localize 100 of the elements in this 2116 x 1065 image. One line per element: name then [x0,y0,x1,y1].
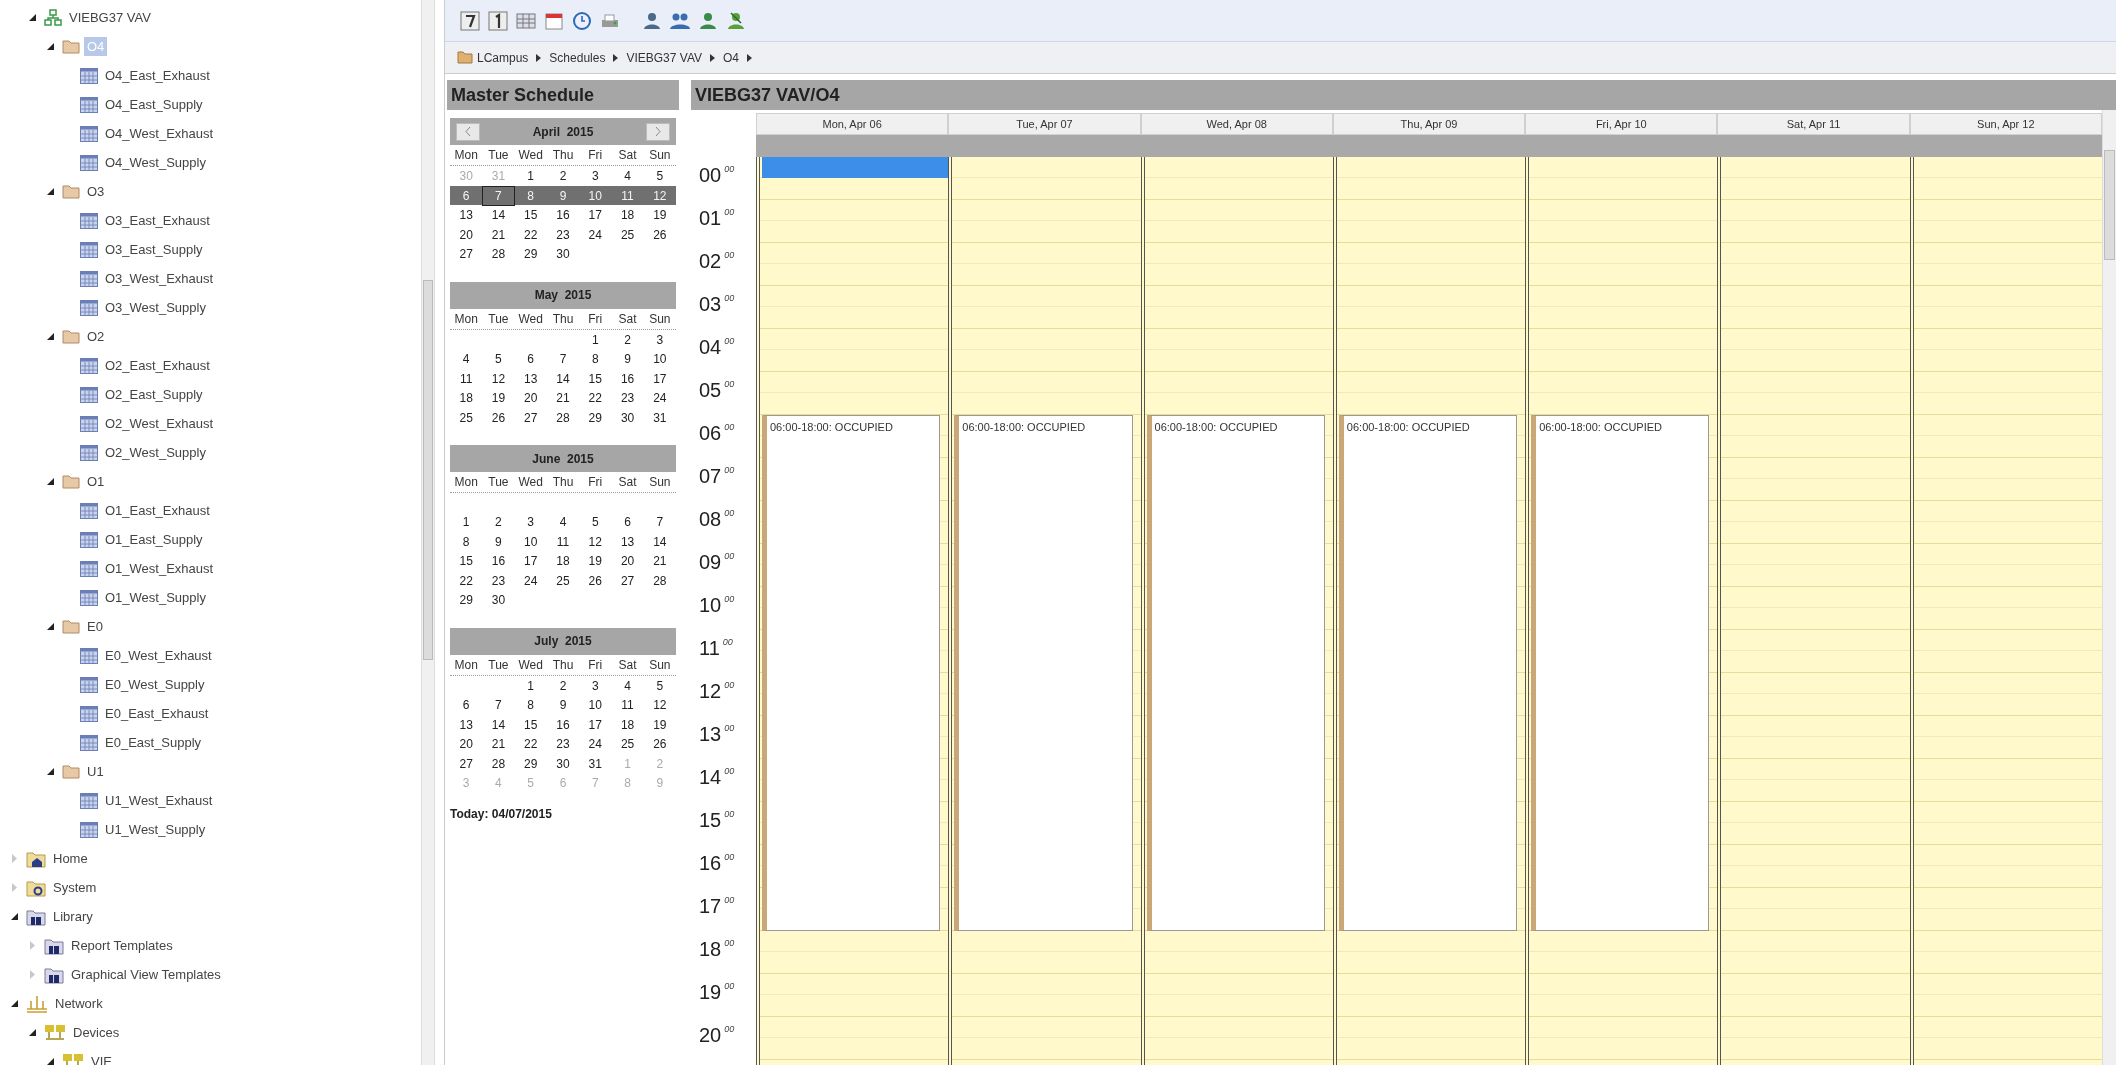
calendar-day[interactable]: 26 [482,407,515,428]
calendar-day[interactable]: 31 [643,407,676,428]
calendar-day[interactable]: 20 [450,734,483,754]
calendar-day[interactable]: 18 [611,205,644,225]
calendar-day[interactable]: 2 [546,166,580,186]
tree-item[interactable]: O4_East_Supply [102,94,206,115]
week-row[interactable]: 20 21 22 23 24 25 26 [450,224,676,244]
calendar-day[interactable]: 25 [611,734,644,754]
calendar-day[interactable]: 13 [611,531,644,552]
calendar-day[interactable]: 17 [643,368,676,389]
breadcrumb-item[interactable]: LCampus [477,48,529,67]
calendar-day[interactable]: 21 [482,734,515,754]
calendar-day[interactable]: 6 [611,512,644,532]
calendar-day[interactable]: 27 [450,753,483,774]
tree-item[interactable]: O4_West_Supply [102,152,209,173]
calendar-day[interactable]: 20 [611,551,644,571]
calendar-day[interactable]: 7 [643,512,676,532]
calendar-day[interactable]: 3 [579,675,612,696]
breadcrumb-item[interactable]: Schedules [549,48,606,67]
week-row[interactable]: 15 16 17 18 19 20 21 [450,551,676,571]
scrollbar[interactable] [2102,110,2116,1065]
tree-item[interactable]: U1_West_Supply [102,819,209,840]
calendar-day[interactable]: 28 [482,753,515,774]
week-row[interactable]: 13 14 15 16 17 18 19 [450,205,676,225]
calendar-day[interactable]: 2 [611,329,644,350]
tree-item[interactable]: O4_East_Exhaust [102,65,213,86]
tree-item[interactable]: O2_East_Exhaust [102,355,213,376]
calendar-day[interactable]: 30 [482,590,515,610]
breadcrumb-arrow-icon[interactable] [536,53,542,62]
schedule-event[interactable]: 06:00-18:00: OCCUPIED [762,415,941,931]
calendar-day[interactable]: 4 [611,166,644,186]
tree-item[interactable]: Graphical View Templates [68,964,224,985]
calendar-day[interactable]: 6 [450,695,483,715]
scrollbar-thumb[interactable] [2104,150,2115,260]
calendar-day[interactable]: 11 [546,531,580,552]
calendar-day[interactable]: 30 [546,753,580,774]
day-column[interactable]: 06:00-18:00: OCCUPIED [1332,157,1526,1065]
tree-item[interactable]: Devices [70,1022,123,1043]
calendar-day[interactable]: 8 [514,185,547,206]
calendar-day[interactable]: 5 [482,349,515,369]
calendar-day[interactable]: 14 [546,368,580,389]
tree-item[interactable]: O2_West_Exhaust [102,413,217,434]
week-row[interactable]: 1 2 3 4 5 [450,675,676,695]
tree-item[interactable]: O2_East_Supply [102,384,206,405]
tree-item[interactable]: O1_West_Supply [102,587,209,608]
calendar-day[interactable]: 4 [611,675,644,696]
calendar-day[interactable]: 11 [611,695,644,715]
calendar-day[interactable]: 1 [514,166,547,186]
calendar-day[interactable]: 18 [450,388,483,408]
breadcrumb-arrow-icon[interactable] [613,53,619,62]
calendar-day[interactable]: 15 [514,205,547,225]
expanded-arrow-icon[interactable] [46,478,54,485]
calendar-day[interactable]: 7 [482,695,515,715]
calendar-day[interactable]: 3 [579,166,612,186]
week-row[interactable]: 30 31 1 2 3 4 5 [450,166,676,186]
calendar-day[interactable]: 24 [579,224,612,245]
tree-item[interactable]: O2_West_Supply [102,442,209,463]
expanded-arrow-icon[interactable] [46,1058,54,1065]
tree-item[interactable]: Home [50,848,91,869]
tree-item[interactable]: Report Templates [68,935,176,956]
week-row[interactable]: 11 12 13 14 15 16 17 [450,368,676,388]
calendar-day[interactable]: 8 [450,531,483,552]
scrollbar-thumb[interactable] [423,280,433,660]
calendar-day[interactable]: 17 [514,551,547,571]
week-row[interactable]: 1 2 3 [450,329,676,349]
tree-item[interactable]: E0_East_Supply [102,732,205,753]
tree-item[interactable]: E0 [84,616,106,637]
week-row[interactable]: 13 14 15 16 17 18 19 [450,714,676,734]
calendar-day[interactable]: 18 [546,551,580,571]
calendar-day[interactable]: 17 [579,714,612,735]
tree-item[interactable]: E0_West_Exhaust [102,645,215,666]
calendar-day[interactable]: 22 [514,224,547,245]
calendar-day[interactable]: 15 [514,714,547,735]
calendar-day[interactable]: 5 [643,675,676,696]
calendar-day[interactable]: 21 [482,224,515,245]
calendar-day[interactable]: 21 [546,388,580,408]
calendar-day[interactable]: 2 [546,675,580,696]
calendar-day[interactable]: 26 [643,734,676,754]
calendar-day[interactable]: 3 [643,329,676,350]
tree-item[interactable]: U1 [84,761,107,782]
calendar-day[interactable]: 11 [450,368,483,389]
calendar-day[interactable]: 19 [643,205,676,225]
calendar-day[interactable]: 7 [546,349,580,369]
week-row[interactable]: 1 2 3 4 5 6 7 [450,512,676,532]
schedule-event[interactable]: 06:00-18:00: OCCUPIED [1338,415,1518,931]
calendar-day[interactable]: 24 [643,388,676,408]
tree-item[interactable]: O4_West_Exhaust [102,123,217,144]
week-row[interactable]: 22 23 24 25 26 27 28 [450,570,676,590]
calendar-day[interactable]: 7 [482,185,515,206]
calendar-day[interactable]: 25 [611,224,644,245]
calendar-day[interactable]: 22 [514,734,547,754]
tree-item[interactable]: O1_East_Exhaust [102,500,213,521]
calendar-day[interactable]: 19 [482,388,515,408]
calendar-day[interactable]: 9 [611,349,644,369]
tree-item[interactable]: Library [50,906,96,927]
calendar-day[interactable]: 1 [450,512,483,532]
calendar-day[interactable]: 30 [611,407,644,428]
calendar-day[interactable]: 13 [514,368,547,389]
calendar-day[interactable]: 29 [450,590,483,610]
calendar-day[interactable]: 11 [611,185,644,206]
